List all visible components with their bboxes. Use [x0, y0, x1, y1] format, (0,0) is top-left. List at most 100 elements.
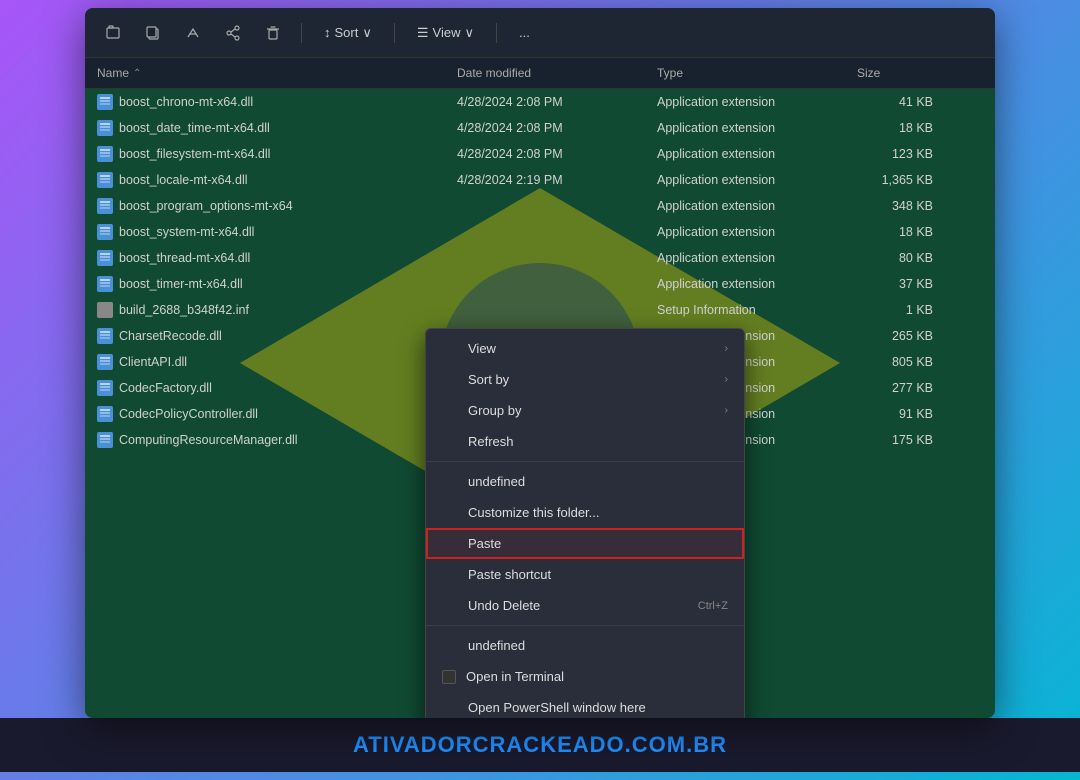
ctx-item-left: Sort by [442, 372, 509, 387]
ctx-item-label: Open PowerShell window here [468, 700, 646, 715]
delete-icon[interactable] [257, 17, 289, 49]
ctx-item-label: Refresh [468, 434, 514, 449]
ctx-item-left: Open in Terminal [442, 669, 564, 684]
share-icon[interactable] [217, 17, 249, 49]
file-date-cell [445, 245, 645, 271]
file-name: boost_thread-mt-x64.dll [119, 251, 250, 265]
file-icon [97, 120, 113, 136]
context-menu-item[interactable]: undefined [426, 466, 744, 497]
file-type-cell: Application extension [645, 115, 845, 141]
file-size: 175 KB [892, 433, 933, 447]
context-menu-item[interactable]: Undo Delete Ctrl+Z [426, 590, 744, 621]
file-type: Application extension [657, 251, 775, 265]
file-icon [97, 354, 113, 370]
file-name: boost_timer-mt-x64.dll [119, 277, 243, 291]
file-size: 265 KB [892, 329, 933, 343]
file-name: CodecPolicyController.dll [119, 407, 258, 421]
view-label: View [433, 25, 461, 40]
file-icon [97, 380, 113, 396]
ctx-item-label: Customize this folder... [468, 505, 600, 520]
more-button[interactable]: ... [509, 21, 540, 44]
file-name-cell: boost_thread-mt-x64.dll [85, 245, 445, 271]
file-type-cell: Application extension [645, 245, 845, 271]
sort-button[interactable]: ↕ Sort ∨ [314, 21, 382, 45]
context-menu-item[interactable]: Open in Terminal [426, 661, 744, 692]
view-button[interactable]: ☰ View ∨ [407, 21, 484, 45]
bottom-banner: ATIVADORCRACKEADO.COM.BR [0, 718, 1080, 772]
table-row[interactable]: boost_chrono-mt-x64.dll 4/28/2024 2:08 P… [85, 89, 995, 115]
file-type: Application extension [657, 225, 775, 239]
view-lines-icon: ☰ [417, 25, 429, 41]
context-menu-item[interactable]: Paste shortcut [426, 559, 744, 590]
context-menu-item[interactable]: undefined [426, 630, 744, 661]
table-row[interactable]: boost_filesystem-mt-x64.dll 4/28/2024 2:… [85, 141, 995, 167]
ctx-item-label: undefined [468, 638, 525, 653]
table-row[interactable]: boost_timer-mt-x64.dll Application exten… [85, 271, 995, 297]
table-row[interactable]: boost_program_options-mt-x64 Application… [85, 193, 995, 219]
file-size-cell: 91 KB [845, 401, 945, 427]
col-name[interactable]: Name ⌃ [85, 62, 445, 84]
file-name-cell: boost_date_time-mt-x64.dll [85, 115, 445, 141]
ctx-item-label: Open in Terminal [466, 669, 564, 684]
ctx-item-left: Group by [442, 403, 521, 418]
table-row[interactable]: build_2688_b348f42.inf Setup Information… [85, 297, 995, 323]
file-icon [97, 302, 113, 318]
ctx-item-left: View [442, 341, 496, 356]
table-row[interactable]: boost_date_time-mt-x64.dll 4/28/2024 2:0… [85, 115, 995, 141]
file-size: 1,365 KB [882, 173, 933, 187]
ctx-shortcut: Ctrl+Z [698, 600, 728, 612]
file-icon [97, 172, 113, 188]
file-type: Application extension [657, 173, 775, 187]
context-menu-item[interactable]: Group by › [426, 395, 744, 426]
table-row[interactable]: boost_system-mt-x64.dll Application exte… [85, 219, 995, 245]
toolbar-sep-3 [496, 23, 497, 43]
copy-icon[interactable] [137, 17, 169, 49]
col-type[interactable]: Type [645, 62, 845, 84]
file-name: build_2688_b348f42.inf [119, 303, 249, 317]
file-date-cell: 4/28/2024 2:19 PM [445, 167, 645, 193]
file-size-cell: 18 KB [845, 219, 945, 245]
file-name: boost_date_time-mt-x64.dll [119, 121, 270, 135]
file-size: 1 KB [906, 303, 933, 317]
ctx-item-left: Customize this folder... [442, 505, 600, 520]
file-size-cell: 123 KB [845, 141, 945, 167]
ctx-item-left: undefined [442, 638, 525, 653]
rename-icon[interactable] [177, 17, 209, 49]
context-menu-separator [426, 461, 744, 462]
file-size-cell: 18 KB [845, 115, 945, 141]
toolbar-sep-2 [394, 23, 395, 43]
file-name-cell: ComputingResourceManager.dll [85, 427, 445, 453]
more-label: ... [519, 25, 530, 40]
file-date-cell: 4/28/2024 2:08 PM [445, 141, 645, 167]
ctx-item-label: Sort by [468, 372, 509, 387]
file-name-cell: boost_locale-mt-x64.dll [85, 167, 445, 193]
file-date-cell [445, 271, 645, 297]
context-menu-item[interactable]: Sort by › [426, 364, 744, 395]
file-name-cell: boost_program_options-mt-x64 [85, 193, 445, 219]
file-name-cell: boost_filesystem-mt-x64.dll [85, 141, 445, 167]
context-menu-item[interactable]: View › [426, 333, 744, 364]
context-menu-item[interactable]: Open PowerShell window here [426, 692, 744, 718]
file-date: 4/28/2024 2:08 PM [457, 121, 563, 135]
file-size: 91 KB [899, 407, 933, 421]
file-type-cell: Application extension [645, 89, 845, 115]
file-icon [97, 198, 113, 214]
file-name-cell: CodecFactory.dll [85, 375, 445, 401]
file-type-cell: Setup Information [645, 297, 845, 323]
table-row[interactable]: boost_thread-mt-x64.dll Application exte… [85, 245, 995, 271]
sort-label: Sort [335, 25, 359, 40]
ctx-item-right: Ctrl+Z [698, 600, 728, 612]
file-date: 4/28/2024 2:19 PM [457, 173, 563, 187]
file-icon [97, 146, 113, 162]
ctx-item-left: Undo Delete [442, 598, 540, 613]
context-menu-item[interactable]: Customize this folder... [426, 497, 744, 528]
context-menu-item[interactable]: Refresh [426, 426, 744, 457]
col-size[interactable]: Size [845, 62, 945, 84]
column-headers: Name ⌃ Date modified Type Size [85, 58, 995, 89]
col-date[interactable]: Date modified [445, 62, 645, 84]
back-icon[interactable] [97, 17, 129, 49]
context-menu-item[interactable]: Paste [426, 528, 744, 559]
file-icon [97, 94, 113, 110]
file-name-cell: boost_chrono-mt-x64.dll [85, 89, 445, 115]
table-row[interactable]: boost_locale-mt-x64.dll 4/28/2024 2:19 P… [85, 167, 995, 193]
